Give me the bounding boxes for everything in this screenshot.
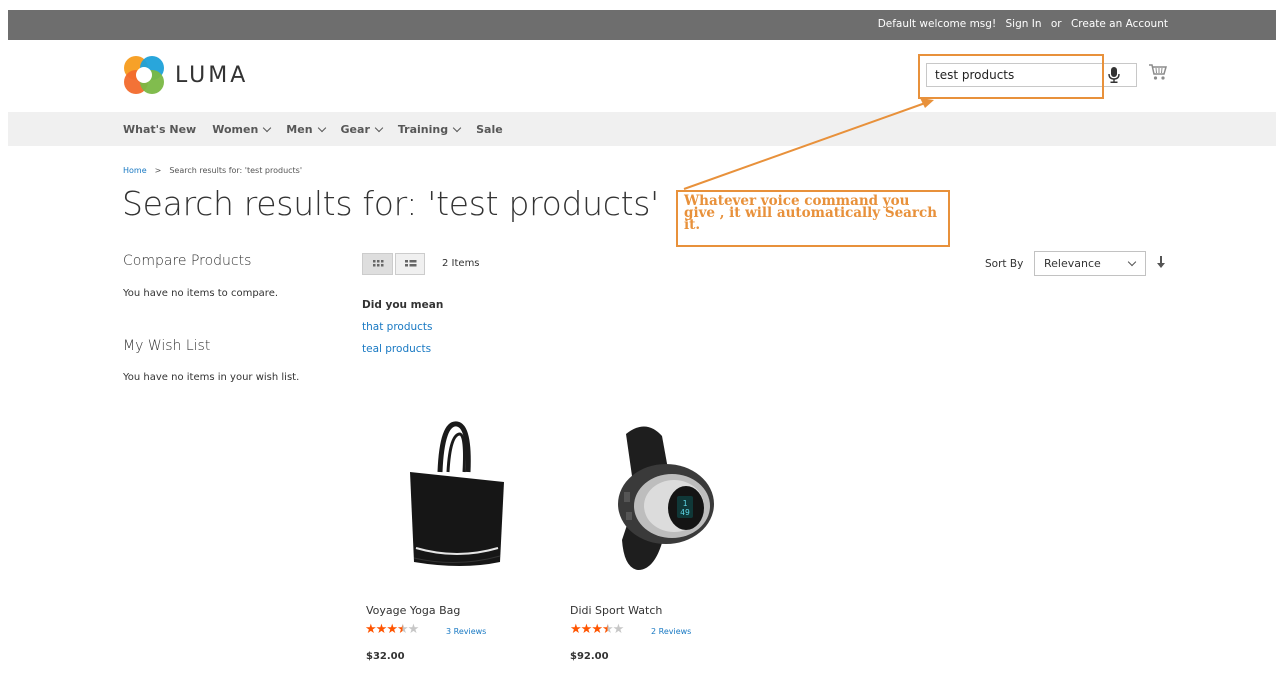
breadcrumb-current: Search results for: 'test products'	[169, 166, 303, 175]
product-reviews-link[interactable]: 3 Reviews	[446, 627, 486, 636]
main-navigation: What's New Women Men Gear Training Sale	[8, 112, 1276, 146]
header-links: Default welcome msg! Sign In or Create a…	[872, 18, 1168, 30]
luma-logo-icon	[124, 56, 164, 94]
suggestion-link[interactable]: that products	[362, 321, 433, 333]
create-account-link[interactable]: Create an Account	[1071, 18, 1168, 30]
shopping-cart-icon[interactable]	[1148, 63, 1168, 81]
wishlist-title: My Wish List	[123, 338, 211, 354]
product-rating-stars: ★★★★★	[570, 622, 625, 637]
star-icon: ★	[591, 622, 603, 637]
or-text: or	[1050, 18, 1062, 30]
star-icon: ★	[396, 622, 409, 637]
search-box	[926, 63, 1137, 87]
sort-by-label: Sort By	[985, 258, 1024, 270]
list-mode-button[interactable]	[395, 253, 425, 275]
sort-by-value: Relevance	[1044, 257, 1101, 270]
breadcrumb: Home > Search results for: 'test products'	[123, 166, 302, 175]
product-reviews-link[interactable]: 2 Reviews	[651, 627, 691, 636]
svg-text:49: 49	[680, 508, 690, 517]
luma-logo[interactable]: LUMA	[122, 55, 248, 95]
breadcrumb-home-link[interactable]: Home	[123, 166, 147, 175]
star-icon: ★	[375, 622, 388, 637]
product-image-yoga-bag[interactable]	[402, 420, 512, 580]
sort-by-select[interactable]: Relevance	[1034, 251, 1146, 276]
sort-direction-arrow-icon[interactable]	[1156, 256, 1166, 270]
page-title: Search results for: 'test products'	[122, 184, 659, 223]
nav-item-label: Sale	[476, 123, 503, 136]
sign-in-link[interactable]: Sign In	[1006, 18, 1042, 30]
nav-item-women[interactable]: Women	[212, 123, 272, 136]
chevron-down-icon	[374, 123, 384, 132]
product-name-link[interactable]: Voyage Yoga Bag	[366, 604, 460, 617]
star-icon: ★	[386, 622, 398, 637]
product-name-link[interactable]: Didi Sport Watch	[570, 604, 662, 617]
header-top-bar: Default welcome msg! Sign In or Create a…	[8, 10, 1276, 40]
compare-products-title: Compare Products	[123, 253, 252, 269]
nav-item-what-s-new[interactable]: What's New	[123, 123, 196, 136]
did-you-mean-title: Did you mean	[362, 299, 444, 311]
star-icon: ★	[570, 622, 582, 637]
nav-item-training[interactable]: Training	[397, 123, 462, 136]
items-count: 2 Items	[442, 258, 480, 269]
star-icon: ★	[601, 622, 614, 637]
nav-item-label: What's New	[123, 123, 197, 136]
product-price: $92.00	[570, 651, 609, 662]
chevron-down-icon	[263, 123, 272, 132]
search-input[interactable]	[927, 64, 1102, 86]
nav-item-men[interactable]: Men	[286, 123, 326, 136]
annotation-callout: Whatever voice command you give , it wil…	[676, 190, 950, 247]
nav-item-sale[interactable]: Sale	[476, 123, 503, 136]
chevron-down-icon	[317, 123, 326, 132]
star-icon: ★	[580, 622, 593, 637]
product-rating-stars: ★★★★★	[365, 622, 420, 637]
chevron-down-icon	[452, 123, 462, 132]
nav-item-label: Men	[286, 123, 313, 136]
star-icon: ★	[407, 622, 420, 637]
grid-icon	[373, 260, 384, 267]
wishlist-empty-text: You have no items in your wish list.	[123, 372, 300, 383]
suggestion-link[interactable]: teal products	[362, 343, 431, 355]
star-icon: ★	[612, 622, 625, 637]
compare-empty-text: You have no items to compare.	[123, 288, 279, 299]
product-image-sport-watch[interactable]: 1 49	[618, 426, 714, 570]
grid-mode-button[interactable]	[362, 253, 393, 275]
svg-text:1: 1	[683, 499, 688, 508]
product-price: $32.00	[366, 651, 405, 662]
nav-item-gear[interactable]: Gear	[340, 123, 384, 136]
chevron-down-icon	[1127, 257, 1137, 267]
nav-menu: What's New Women Men Gear Training Sale	[123, 123, 519, 136]
breadcrumb-separator: >	[154, 166, 162, 175]
list-icon	[405, 260, 417, 267]
nav-item-label: Gear	[340, 123, 370, 136]
welcome-message: Default welcome msg!	[877, 18, 997, 30]
nav-item-label: Women	[212, 123, 259, 136]
microphone-icon[interactable]	[1107, 67, 1121, 83]
star-icon: ★	[365, 622, 377, 637]
logo-text: LUMA	[175, 62, 249, 88]
nav-item-label: Training	[397, 123, 449, 136]
